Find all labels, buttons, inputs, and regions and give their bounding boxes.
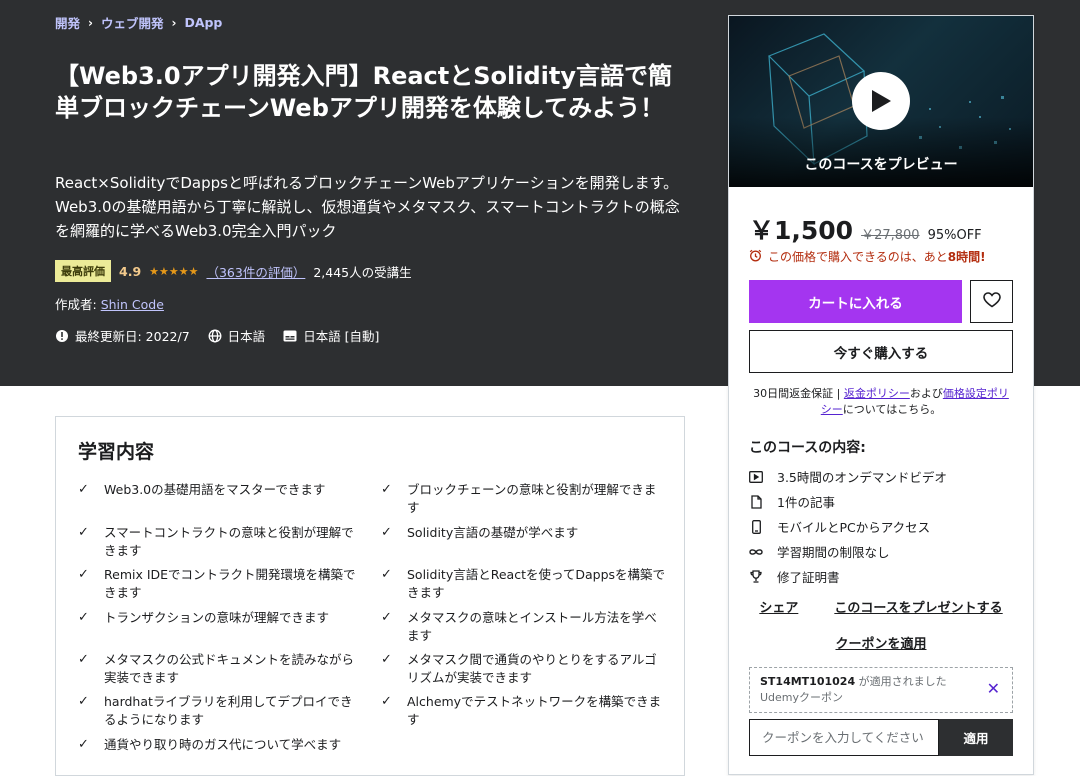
add-to-cart-button[interactable]: カートに入れる xyxy=(749,280,962,323)
infinity-icon xyxy=(749,545,763,559)
original-price: ￥27,800 xyxy=(861,228,920,243)
share-link[interactable]: シェア xyxy=(759,597,798,616)
share-gift-row: シェア このコースをプレゼントする xyxy=(729,597,1033,616)
price-timer: この価格で購入できるのは、あと8時間! xyxy=(749,248,986,265)
video-icon xyxy=(749,470,763,484)
course-language: 日本語 xyxy=(227,329,266,344)
guarantee-text: 30日間返金保証 | 返金ポリシーおよび価格設定ポリシーについてはこちら。 xyxy=(753,387,1009,416)
check-icon: ✓ xyxy=(78,482,89,497)
play-icon[interactable] xyxy=(852,72,910,130)
includes-title: このコースの内容: xyxy=(749,440,866,456)
learn-item: ✓ トランザクションの意味が理解できます xyxy=(78,610,330,625)
learn-title: 学習内容 xyxy=(78,441,155,463)
apply-coupon-row: クーポンを適用 xyxy=(729,633,1033,652)
course-preview[interactable]: このコースをプレビュー xyxy=(729,16,1033,187)
close-icon[interactable]: ✕ xyxy=(987,681,1000,697)
gift-course-link[interactable]: このコースをプレゼントする xyxy=(834,597,1002,616)
include-item-article: 1件の記事 xyxy=(749,492,835,511)
learn-item: ✓ ブロックチェーンの意味と役割が理解できます xyxy=(381,482,657,515)
discount-percent: 95%OFF xyxy=(927,228,982,243)
check-icon: ✓ xyxy=(78,525,89,540)
learn-item: ✓ メタマスクの意味とインストール方法を学べます xyxy=(381,610,657,643)
rating-value: 4.9 xyxy=(119,263,142,279)
star-rating-icon: ★★★★★ xyxy=(149,264,199,278)
check-icon: ✓ xyxy=(381,694,392,709)
buy-now-button[interactable]: 今すぐ購入する xyxy=(749,330,1013,373)
check-icon: ✓ xyxy=(78,610,89,625)
coupon-source: Udemyクーポン xyxy=(760,691,844,704)
include-item-video: 3.5時間のオンデマンドビデオ xyxy=(749,467,947,486)
author-link[interactable]: Shin Code xyxy=(101,297,164,312)
learn-item: ✓ メタマスクの公式ドキュメントを読みながら実装できます xyxy=(78,652,355,685)
learn-item: ✓ Solidity言語の基礎が学べます xyxy=(381,525,579,540)
author-row: 作成者: Shin Code xyxy=(55,294,164,313)
course-subtitle: React×SolidityでDappsと呼ばれるブロックチェーンWebアプリケ… xyxy=(55,174,680,240)
globe-icon xyxy=(208,329,222,343)
learn-item: ✓ hardhatライブラリを利用してデプロイできるようになります xyxy=(78,694,353,727)
learn-item: ✓ Web3.0の基礎用語をマスターできます xyxy=(78,482,326,497)
applied-coupon: ST14MT101024 が適用されました Udemyクーポン ✕ xyxy=(749,667,1013,713)
course-captions: 日本語 [自動] xyxy=(303,329,380,344)
article-icon xyxy=(749,494,763,509)
check-icon: ✓ xyxy=(381,610,392,625)
what-you-will-learn: 学習内容 ✓ Web3.0の基礎用語をマスターできます ✓ スマートコントラクト… xyxy=(55,416,685,776)
check-icon: ✓ xyxy=(381,525,392,540)
preview-label: このコースをプレビュー xyxy=(804,157,958,173)
wishlist-button[interactable] xyxy=(970,280,1013,323)
author-label: 作成者: xyxy=(55,297,97,312)
check-icon: ✓ xyxy=(78,652,89,667)
apply-coupon-link[interactable]: クーポンを適用 xyxy=(835,633,926,652)
learn-item: ✓ Remix IDEでコントラクト開発環境を構築できます xyxy=(78,567,356,600)
last-updated: 最終更新日: 2022/7 xyxy=(75,329,190,344)
rating-row: 最高評価 4.9 ★★★★★ （363件の評価） 2,445人の受講生 xyxy=(55,260,412,282)
rating-count-link[interactable]: （363件の評価） xyxy=(206,262,305,281)
mobile-icon xyxy=(749,519,763,534)
learn-item: ✓ Solidity言語とReactを使ってDappsを構築できます xyxy=(381,567,666,600)
breadcrumb: 開発 › ウェブ開発 › DApp xyxy=(55,13,222,32)
chevron-right-icon: › xyxy=(88,15,93,30)
check-icon: ✓ xyxy=(78,567,89,582)
heart-icon xyxy=(982,292,1001,311)
include-item-certificate: 修了証明書 xyxy=(749,567,840,586)
breadcrumb-item-web-development[interactable]: ウェブ開発 xyxy=(101,13,164,32)
coupon-input[interactable] xyxy=(749,719,939,756)
include-item-mobile: モバイルとPCからアクセス xyxy=(749,517,930,536)
alert-icon xyxy=(55,329,69,343)
course-meta: 最終更新日: 2022/7 日本語 日本語 [自動] xyxy=(55,326,379,345)
price-row: ￥1,500 ￥27,800 95%OFF xyxy=(749,211,982,247)
check-icon: ✓ xyxy=(78,737,89,752)
include-item-lifetime: 学習期間の制限なし xyxy=(749,542,890,561)
check-icon: ✓ xyxy=(381,567,392,582)
check-icon: ✓ xyxy=(381,652,392,667)
check-icon: ✓ xyxy=(78,694,89,709)
learn-item: ✓ スマートコントラクトの意味と役割が理解できます xyxy=(78,525,354,558)
learn-item: ✓ メタマスク間で通貨のやりとりをするアルゴリズムが実装できます xyxy=(381,652,657,685)
check-icon: ✓ xyxy=(381,482,392,497)
breadcrumb-item-development[interactable]: 開発 xyxy=(55,13,80,32)
trophy-icon xyxy=(749,570,763,584)
coupon-code: ST14MT101024 xyxy=(760,675,856,688)
student-count: 2,445人の受講生 xyxy=(313,264,412,280)
purchase-sidebar: このコースをプレビュー ￥1,500 ￥27,800 95%OFF この価格で購… xyxy=(728,15,1034,775)
current-price: ￥1,500 xyxy=(749,216,854,245)
breadcrumb-item-dapp[interactable]: DApp xyxy=(184,15,222,30)
apply-coupon-button[interactable]: 適用 xyxy=(939,719,1013,756)
course-title: 【Web3.0アプリ開発入門】ReactとSolidity言語で簡単ブロックチェ… xyxy=(55,62,672,122)
learn-item: ✓ Alchemyでテストネットワークを構築できます xyxy=(381,694,662,727)
refund-policy-link[interactable]: 返金ポリシー xyxy=(844,387,910,400)
bestseller-badge: 最高評価 xyxy=(55,260,111,282)
alarm-clock-icon xyxy=(749,249,762,265)
chevron-right-icon: › xyxy=(171,15,177,30)
learn-item: ✓ 通貨やり取り時のガス代について学べます xyxy=(78,737,342,752)
captions-icon xyxy=(283,330,297,342)
